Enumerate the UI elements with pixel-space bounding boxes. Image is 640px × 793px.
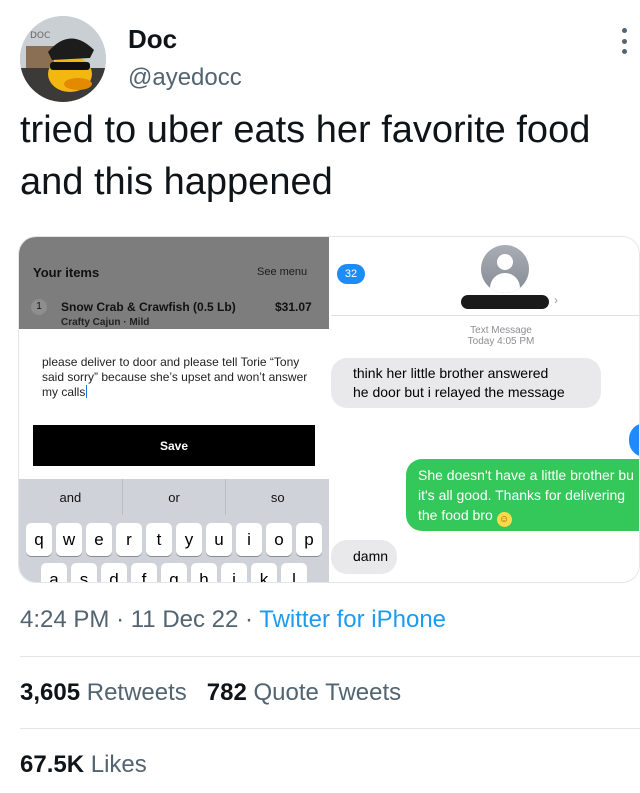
keyboard-key: h [191, 563, 217, 582]
separator-dot: · [245, 606, 260, 633]
stats-divider-top [20, 656, 640, 657]
tweet-date[interactable]: 11 Dec 22 [131, 606, 239, 633]
item-name: Snow Crab & Crawfish (0.5 Lb) [61, 300, 236, 314]
tweet-media[interactable]: Your items See menu 1 Snow Crab & Crawfi… [18, 236, 640, 583]
suggestion-item: or [123, 479, 227, 515]
messages-screenshot[interactable]: 32 › Text Message Today 4:05 PM think he… [331, 237, 639, 582]
message-line: She doesn't have a little brother bu [418, 467, 634, 483]
tweet-time[interactable]: 4:24 PM [20, 606, 109, 633]
keyboard-key: u [206, 523, 232, 556]
keyboard-key: d [101, 563, 127, 582]
message-time-label: Today 4:05 PM [467, 336, 535, 347]
more-vertical-icon[interactable] [620, 28, 628, 54]
smiling-face-emoji-icon: ☺ [496, 512, 512, 527]
retweets-count: 3,605 [20, 679, 81, 706]
text-cursor [86, 385, 88, 398]
contact-person-icon [481, 245, 529, 293]
retweets-stat[interactable]: 3,605 Retweets [20, 679, 187, 706]
user-handle[interactable]: @ayedocc [128, 64, 242, 92]
message-type-label: Text Message [470, 325, 532, 336]
keyboard-suggestions: and or so [19, 479, 329, 515]
message-timestamp: Text Message Today 4:05 PM [331, 325, 639, 347]
quote-tweets-label: Quote Tweets [253, 679, 402, 706]
message-line: think her little brother answered [353, 365, 549, 381]
sent-imessage-bubble: Lo [629, 423, 639, 457]
messages-header-divider [331, 315, 639, 316]
see-menu-link: See menu [257, 266, 308, 278]
keyboard-key: y [176, 523, 202, 556]
ios-keyboard: and or so q w e r t y u i o p a s d f g … [19, 479, 329, 582]
keyboard-key: q [26, 523, 52, 556]
keyboard-key: i [236, 523, 262, 556]
likes-stats-row: 67.5K Likes [20, 751, 147, 779]
retweets-label: Retweets [86, 679, 187, 706]
received-message-bubble-small: damn [331, 540, 397, 574]
suggestion-item: and [19, 479, 123, 515]
keyboard-key: j [221, 563, 247, 582]
keyboard-key: k [251, 563, 277, 582]
unread-badge: 32 [337, 264, 365, 284]
quote-tweets-count: 782 [206, 679, 247, 706]
keyboard-key: f [131, 563, 157, 582]
keyboard-row-top: q w e r t y u i o p [19, 523, 329, 556]
redacted-contact-name [461, 295, 549, 309]
tweet-text: tried to uber eats her favorite food and… [20, 109, 591, 203]
message-line-text: the food bro [418, 507, 493, 523]
tweet-source-link[interactable]: Twitter for iPhone [259, 606, 446, 633]
keyboard-key: g [161, 563, 187, 582]
sent-sms-bubble: She doesn't have a little brother bu it'… [406, 459, 639, 531]
message-line: it's all good. Thanks for delivering [418, 487, 626, 503]
message-line: he door but i relayed the message [353, 384, 565, 400]
your-items-heading: Your items [33, 265, 100, 280]
separator-dot: · [116, 606, 131, 633]
item-quantity-badge: 1 [31, 299, 47, 315]
display-name[interactable]: Doc [128, 24, 177, 55]
keyboard-key: r [116, 523, 142, 556]
delivery-note-value: please deliver to door and please tell T… [42, 355, 308, 399]
keyboard-key: s [71, 563, 97, 582]
profile-avatar[interactable]: DOC [20, 16, 106, 102]
received-message-bubble: think her little brother answered he doo… [331, 358, 601, 408]
keyboard-key: a [41, 563, 67, 582]
item-price: $31.07 [275, 300, 312, 314]
order-summary-overlay [19, 237, 329, 329]
likes-count: 67.5K [20, 751, 85, 778]
tweet-timestamp: 4:24 PM · 11 Dec 22 · Twitter for iPhone [20, 606, 446, 634]
keyboard-key: w [56, 523, 82, 556]
keyboard-key: t [146, 523, 172, 556]
keyboard-key: e [86, 523, 112, 556]
stats-divider-middle [20, 728, 640, 729]
retweet-stats-row: 3,605 Retweets 782 Quote Tweets [20, 679, 401, 707]
save-button: Save [33, 425, 315, 466]
uber-eats-screenshot[interactable]: Your items See menu 1 Snow Crab & Crawfi… [19, 237, 329, 582]
likes-stat[interactable]: 67.5K Likes [20, 751, 147, 778]
message-line: the food bro ☺ [418, 505, 639, 527]
avatar-image: DOC [20, 16, 106, 102]
quote-tweets-stat[interactable]: 782 Quote Tweets [207, 679, 401, 706]
chevron-right-icon: › [554, 293, 558, 307]
keyboard-row-middle: a s d f g h j k l [19, 563, 329, 582]
keyboard-key: l [281, 563, 307, 582]
avatar-logo-text: DOC [30, 31, 50, 41]
suggestion-item: so [270, 489, 285, 505]
likes-label: Likes [90, 751, 147, 778]
item-restaurant: Crafty Cajun · Mild [61, 317, 150, 328]
delivery-note-text: please deliver to door and please tell T… [42, 355, 312, 400]
keyboard-key: p [296, 523, 322, 556]
keyboard-key: o [266, 523, 292, 556]
